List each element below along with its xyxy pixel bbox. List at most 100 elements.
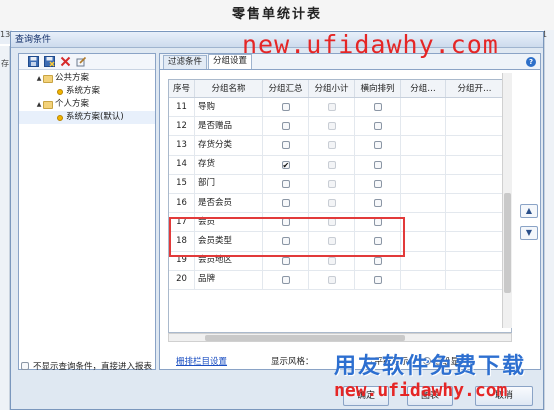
subtotal-checkbox[interactable] xyxy=(327,179,336,188)
subtotal-checkbox[interactable] xyxy=(327,256,336,265)
column-header-group-name[interactable]: 分组名称 xyxy=(195,80,263,97)
move-down-icon[interactable]: ▼ xyxy=(520,226,538,240)
checkbox-cell xyxy=(355,136,401,155)
empty-cell[interactable] xyxy=(446,174,504,193)
empty-cell[interactable] xyxy=(401,270,446,289)
column-header-group-summary[interactable]: 分组汇总 xyxy=(263,80,309,97)
subtotal-checkbox[interactable] xyxy=(327,199,336,208)
summary-checkbox[interactable] xyxy=(281,275,290,284)
scheme-tree: ▲ 公共方案 系统方案 ▲ 个人方案 系统方案(默认) xyxy=(19,70,155,124)
subtotal-checkbox[interactable] xyxy=(327,275,336,284)
empty-cell[interactable] xyxy=(446,251,504,270)
folder-icon xyxy=(43,74,53,83)
empty-cell[interactable] xyxy=(401,136,446,155)
summary-checkbox[interactable] xyxy=(281,179,290,188)
empty-cell[interactable] xyxy=(401,117,446,136)
empty-cell[interactable] xyxy=(446,232,504,251)
scrollbar-thumb[interactable] xyxy=(205,335,405,341)
row-number: 12 xyxy=(169,117,195,136)
background-column-label: 存 xyxy=(1,59,9,68)
checkbox-cell xyxy=(309,270,355,289)
table-row[interactable]: 14 存货 ✔ xyxy=(169,155,511,175)
delete-icon[interactable] xyxy=(59,56,71,68)
summary-checkbox[interactable] xyxy=(281,141,290,150)
empty-cell[interactable] xyxy=(401,193,446,213)
horizontal-checkbox[interactable] xyxy=(373,199,382,208)
save-as-icon[interactable] xyxy=(43,56,55,68)
skip-query-option[interactable]: 不显示查询条件，直接进入报表 xyxy=(21,360,152,372)
column-header-horizontal[interactable]: 横向排列 xyxy=(355,80,401,97)
table-row[interactable]: 15 部门 xyxy=(169,174,511,194)
summary-checkbox[interactable] xyxy=(281,199,290,208)
scheme-tree-panel: ▲ 公共方案 系统方案 ▲ 个人方案 系统方案(默认) xyxy=(18,53,156,370)
table-row[interactable]: 12 是否赠品 xyxy=(169,117,511,137)
empty-cell[interactable] xyxy=(401,251,446,270)
tab-filter-conditions[interactable]: 过滤条件 xyxy=(163,55,208,69)
help-icon[interactable]: ? xyxy=(526,57,536,67)
move-up-icon[interactable]: ▲ xyxy=(520,204,538,218)
table-row[interactable]: 16 是否会员 xyxy=(169,193,511,214)
tree-node-personal-schemes[interactable]: ▲ 个人方案 xyxy=(19,98,155,111)
skip-query-checkbox[interactable] xyxy=(21,362,29,370)
watermark-bottom-text: 用友软件免费下载 xyxy=(334,354,527,379)
table-row[interactable]: 13 存货分类 xyxy=(169,136,511,156)
group-name: 导购 xyxy=(195,98,263,117)
column-header-group-extra[interactable]: 分组… xyxy=(401,80,446,97)
tree-node-label: 系统方案 xyxy=(66,86,101,96)
horizontal-checkbox[interactable] xyxy=(373,256,382,265)
row-number: 13 xyxy=(169,136,195,155)
tree-toolbar xyxy=(19,54,155,70)
grid-horizontal-scrollbar[interactable] xyxy=(168,333,512,342)
checkbox-cell xyxy=(309,174,355,193)
grid-body: 11 导购 12 是否赠品 13 存货分类 14 存货 ✔ 15 部门 16 是否会员 17 会员 18 会员类… xyxy=(169,98,511,290)
grid-vertical-scrollbar[interactable] xyxy=(502,73,512,328)
empty-cell[interactable] xyxy=(446,270,504,289)
summary-checkbox[interactable]: ✔ xyxy=(281,160,290,169)
horizontal-checkbox[interactable] xyxy=(373,160,382,169)
checkbox-cell: ✔ xyxy=(263,155,309,174)
empty-cell[interactable] xyxy=(446,136,504,155)
empty-cell[interactable] xyxy=(401,232,446,251)
row-number: 14 xyxy=(169,155,195,174)
column-header-group-subtotal[interactable]: 分组小计 xyxy=(309,80,355,97)
column-header-no[interactable]: 序号 xyxy=(169,80,195,97)
tree-node-label: 公共方案 xyxy=(55,73,90,83)
subtotal-checkbox[interactable] xyxy=(327,141,336,150)
subtotal-checkbox[interactable] xyxy=(327,160,336,169)
scrollbar-thumb[interactable] xyxy=(504,193,511,293)
empty-cell[interactable] xyxy=(446,155,504,174)
edit-icon[interactable] xyxy=(75,56,87,68)
summary-checkbox[interactable] xyxy=(281,122,290,131)
horizontal-checkbox[interactable] xyxy=(373,275,382,284)
tree-node-system-scheme-default[interactable]: 系统方案(默认) xyxy=(19,111,155,124)
empty-cell[interactable] xyxy=(446,98,504,117)
horizontal-checkbox[interactable] xyxy=(373,179,382,188)
tree-node-label: 系统方案(默认) xyxy=(66,112,124,122)
save-icon[interactable] xyxy=(27,56,39,68)
table-row[interactable]: 20 品牌 xyxy=(169,270,511,290)
tree-node-system-scheme[interactable]: 系统方案 xyxy=(19,85,155,98)
empty-cell[interactable] xyxy=(446,117,504,136)
tree-expand-icon[interactable]: ▲ xyxy=(35,72,43,85)
tree-node-public-schemes[interactable]: ▲ 公共方案 xyxy=(19,72,155,85)
checkbox-cell xyxy=(355,270,401,289)
horizontal-checkbox[interactable] xyxy=(373,122,382,131)
subtotal-checkbox[interactable] xyxy=(327,103,336,112)
subtotal-checkbox[interactable] xyxy=(327,122,336,131)
checkbox-cell xyxy=(309,98,355,117)
column-header-group-open[interactable]: 分组开… xyxy=(446,80,504,97)
empty-cell[interactable] xyxy=(401,98,446,117)
group-name: 存货 xyxy=(195,155,263,174)
table-row[interactable]: 11 导购 xyxy=(169,98,511,118)
empty-cell[interactable] xyxy=(446,193,504,213)
empty-cell[interactable] xyxy=(401,155,446,174)
empty-cell[interactable] xyxy=(401,213,446,232)
tree-expand-icon[interactable]: ▲ xyxy=(35,98,43,111)
empty-cell[interactable] xyxy=(401,174,446,193)
summary-checkbox[interactable] xyxy=(281,256,290,265)
watermark-bottom-url: new.ufidawhy.com xyxy=(334,380,508,401)
horizontal-checkbox[interactable] xyxy=(373,141,382,150)
horizontal-checkbox[interactable] xyxy=(373,103,382,112)
summary-checkbox[interactable] xyxy=(281,103,290,112)
empty-cell[interactable] xyxy=(446,213,504,232)
